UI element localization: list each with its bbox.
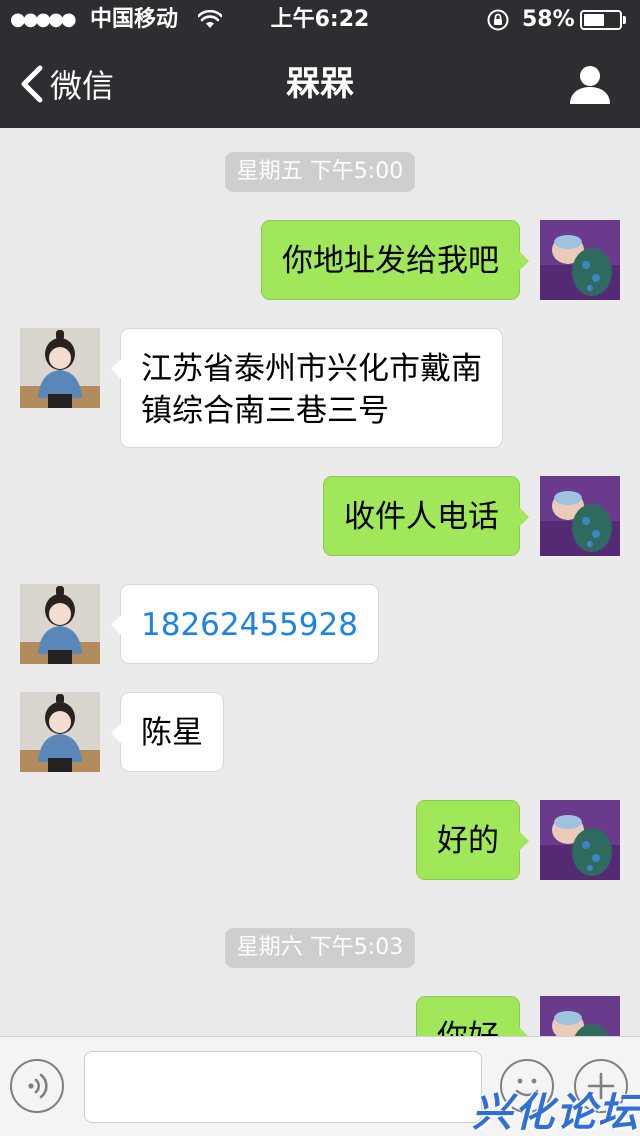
contact-avatar[interactable] [20, 584, 100, 664]
message-text: 陈星 [141, 715, 203, 751]
battery-tip [623, 16, 626, 24]
my-avatar[interactable] [540, 476, 620, 556]
voice-button[interactable] [10, 1059, 64, 1113]
message-bubble-received[interactable]: 陈星 [111, 692, 224, 772]
chat-area[interactable]: 星期五 下午5:00 你地址发给我吧 江苏省泰州市兴化市戴南 镇综合南三巷三号 … [0, 128, 640, 1036]
my-avatar[interactable] [540, 220, 620, 300]
message-text: 你好 [437, 1019, 499, 1036]
message-bubble-sent[interactable]: 你好 [416, 996, 529, 1036]
rotation-lock-icon [487, 9, 509, 31]
phone-number-link[interactable]: 18262455928 [141, 607, 358, 643]
message-bubble-received[interactable]: 18262455928 [111, 584, 379, 664]
message-bubble-sent[interactable]: 你地址发给我吧 [261, 220, 529, 300]
status-bar: ●●●●● 中国移动 上午6:22 58% [0, 0, 640, 40]
baby-photo-icon [540, 800, 620, 880]
child-photo-icon [20, 584, 100, 664]
my-avatar[interactable] [540, 996, 620, 1036]
person-icon[interactable] [566, 60, 614, 108]
battery-icon [580, 10, 622, 30]
message-text: 江苏省泰州市兴化市戴南 镇综合南三巷三号 [141, 351, 482, 429]
top-bar: ●●●●● 中国移动 上午6:22 58% 微信 槑槑 [0, 0, 640, 128]
timestamp: 星期五 下午5:00 [0, 152, 640, 192]
message-bubble-sent[interactable]: 收件人电话 [323, 476, 529, 556]
baby-photo-icon [540, 996, 620, 1036]
back-button[interactable]: 微信 [18, 40, 114, 128]
message-text: 收件人电话 [344, 499, 499, 535]
message-text: 好的 [437, 823, 499, 859]
message-bubble-sent[interactable]: 好的 [416, 800, 529, 880]
timestamp: 星期六 下午5:03 [0, 928, 640, 968]
baby-photo-icon [540, 220, 620, 300]
child-photo-icon [20, 328, 100, 408]
battery-fill [584, 14, 604, 26]
timestamp-label: 星期六 下午5:03 [224, 928, 416, 968]
contact-avatar[interactable] [20, 692, 100, 772]
my-avatar[interactable] [540, 800, 620, 880]
child-photo-icon [20, 692, 100, 772]
timestamp-label: 星期五 下午5:00 [224, 152, 416, 192]
baby-photo-icon [540, 476, 620, 556]
back-label: 微信 [50, 67, 115, 105]
nav-bar: 微信 槑槑 [0, 40, 640, 128]
contact-avatar[interactable] [20, 328, 100, 408]
message-input[interactable] [84, 1051, 482, 1123]
battery-percent: 58% [522, 7, 575, 32]
voice-icon [28, 1073, 48, 1099]
forum-watermark: 兴化论坛 [472, 1090, 640, 1136]
message-bubble-received[interactable]: 江苏省泰州市兴化市戴南 镇综合南三巷三号 [111, 328, 503, 448]
chevron-left-icon [21, 65, 43, 103]
message-text: 你地址发给我吧 [282, 243, 499, 279]
